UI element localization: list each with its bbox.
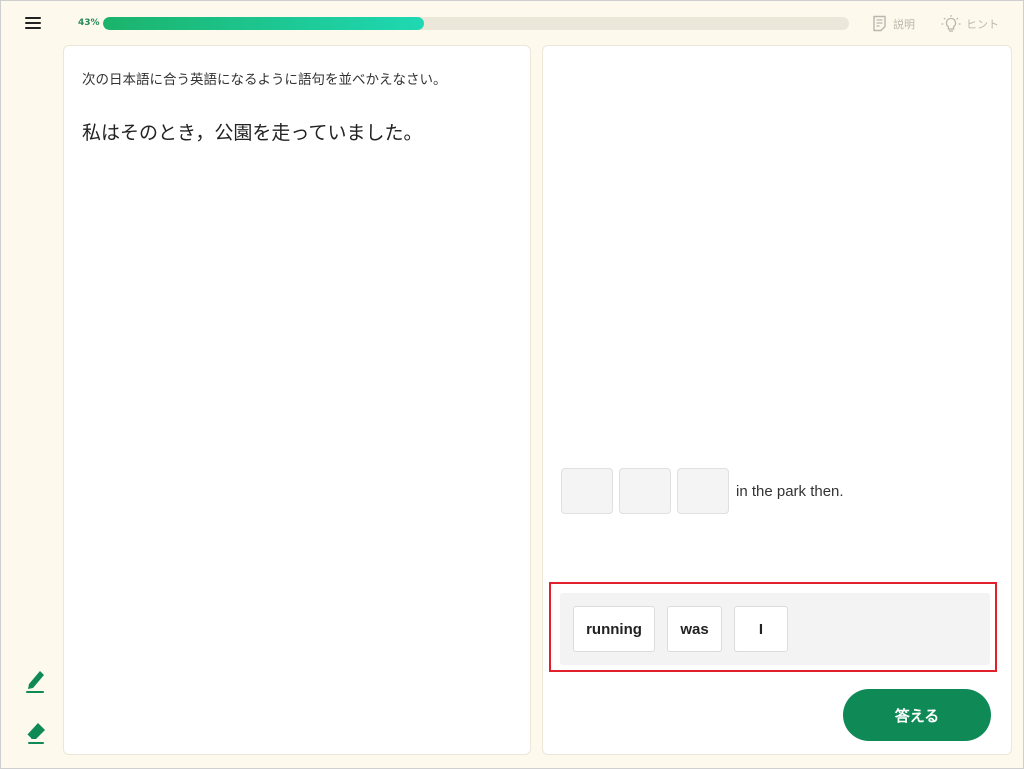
- progress-label: 43%: [78, 18, 100, 28]
- submit-button[interactable]: 答える: [843, 689, 991, 741]
- answer-slot[interactable]: [677, 468, 729, 514]
- word-tile-was[interactable]: was: [667, 606, 722, 652]
- answer-slots: in the park then.: [561, 468, 844, 514]
- lightbulb-icon: [941, 15, 961, 32]
- hint-button[interactable]: ヒント: [941, 15, 999, 33]
- top-bar: 43% 説明 ヒント: [1, 1, 1024, 45]
- eraser-icon[interactable]: [25, 721, 47, 747]
- document-icon: [873, 15, 886, 32]
- question-panel: 次の日本語に合う英語になるように語句を並べかえなさい。 私はそのとき，公園を走っ…: [63, 45, 531, 755]
- hint-label: ヒント: [966, 18, 999, 31]
- word-bank: running was I: [560, 593, 990, 665]
- answer-slot[interactable]: [561, 468, 613, 514]
- instruction-text: 次の日本語に合う英語になるように語句を並べかえなさい。: [82, 72, 447, 88]
- answer-slot[interactable]: [619, 468, 671, 514]
- pencil-icon[interactable]: [25, 669, 47, 695]
- explain-button[interactable]: 説明: [871, 15, 915, 32]
- explain-label: 説明: [893, 17, 915, 31]
- progress-fill: [103, 17, 424, 30]
- question-text: 私はそのとき，公園を走っていました。: [82, 122, 423, 144]
- sentence-suffix: in the park then.: [736, 482, 844, 500]
- answer-panel: in the park then. running was I 答える: [542, 45, 1012, 755]
- word-tile-i[interactable]: I: [734, 606, 788, 652]
- word-tile-running[interactable]: running: [573, 606, 655, 652]
- menu-icon[interactable]: [23, 14, 43, 32]
- progress-bar: [103, 17, 849, 30]
